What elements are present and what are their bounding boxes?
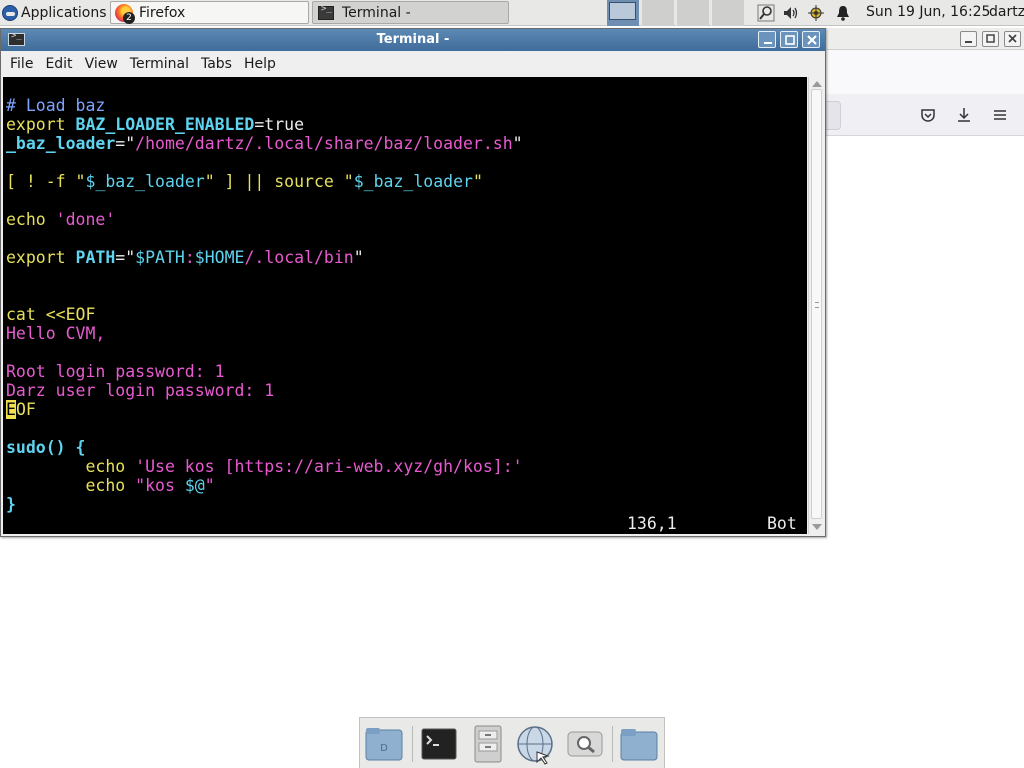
workspace-4[interactable]	[711, 0, 744, 26]
terminal-titlebar[interactable]: Terminal -	[1, 29, 825, 51]
firefox-icon: 2	[115, 3, 135, 24]
scroll-down-arrow-icon[interactable]	[812, 524, 822, 530]
taskbar-item-label: Terminal -	[342, 4, 411, 21]
window-title: Terminal -	[376, 32, 450, 47]
firefox-window	[826, 28, 1024, 768]
top-panel: Applications 2 Firefox Terminal - Sun 19…	[0, 0, 1024, 26]
code-line: [ ! -f "$_baz_loader" ] || source "$_baz…	[6, 172, 483, 191]
volume-icon[interactable]	[782, 4, 800, 22]
code-line: EOF	[6, 400, 36, 419]
workspace-3[interactable]	[676, 0, 709, 26]
maximize-button[interactable]	[780, 31, 798, 48]
menu-help[interactable]: Help	[238, 56, 282, 72]
firefox-tab-strip	[826, 50, 1024, 94]
code-line: echo "kos $@"	[6, 476, 215, 495]
minimize-button[interactable]	[758, 31, 776, 48]
code-line: Root login password: 1	[6, 362, 225, 381]
applications-menu[interactable]: Applications	[2, 2, 107, 23]
pocket-icon[interactable]	[919, 106, 937, 124]
close-button[interactable]	[802, 31, 820, 48]
network-icon[interactable]	[807, 4, 825, 22]
scrollbar-thumb[interactable]	[811, 89, 822, 519]
code-line: # Load baz	[6, 96, 106, 115]
code-line: echo 'Use kos [https://ari-web.xyz/gh/ko…	[6, 457, 523, 476]
search-icon[interactable]	[757, 4, 775, 22]
web-browser-icon[interactable]	[513, 722, 557, 766]
menu-tabs[interactable]: Tabs	[195, 56, 238, 72]
workspace-window-preview	[609, 2, 636, 20]
hamburger-menu-icon[interactable]	[991, 106, 1009, 124]
svg-text:D: D	[380, 743, 388, 754]
scroll-position-status: Bot	[767, 514, 797, 533]
code-line: }	[6, 495, 16, 514]
workspace-2[interactable]	[641, 0, 674, 26]
terminal-window: Terminal - File Edit View Terminal Tabs …	[0, 28, 826, 537]
minimize-icon	[764, 42, 772, 44]
notification-bell-icon[interactable]	[834, 4, 852, 22]
scroll-up-arrow-icon[interactable]	[812, 81, 822, 87]
close-icon	[807, 35, 817, 45]
code-line: echo 'done'	[6, 210, 116, 229]
maximize-icon	[785, 35, 795, 45]
firefox-nav-bar	[826, 94, 1024, 136]
text-cursor: E	[6, 400, 16, 419]
terminal-icon	[318, 4, 334, 20]
code-line: _baz_loader="/home/dartz/.local/share/ba…	[6, 134, 523, 153]
dock-separator	[412, 726, 413, 762]
terminal-menubar: File Edit View Terminal Tabs Help	[1, 52, 825, 76]
dock-separator	[612, 726, 613, 762]
download-icon[interactable]	[955, 106, 973, 124]
xfce-logo-icon	[2, 4, 18, 21]
taskbar-item-firefox[interactable]: 2 Firefox	[110, 1, 309, 24]
close-button[interactable]	[1004, 31, 1021, 47]
applications-label: Applications	[21, 4, 107, 21]
code-line: export PATH="$PATH:$HOME/.local/bin"	[6, 248, 364, 267]
home-folder-icon[interactable]: D	[362, 722, 406, 766]
vertical-scrollbar[interactable]	[808, 77, 824, 534]
menu-view[interactable]: View	[79, 56, 124, 72]
window-count-badge: 2	[123, 11, 135, 24]
code-line: cat <<EOF	[6, 305, 96, 324]
code-line: Hello CVM,	[6, 324, 106, 343]
workspace-1[interactable]	[606, 0, 639, 26]
code-line: Darz user login password: 1	[6, 381, 275, 400]
terminal-screen[interactable]: # Load baz export BAZ_LOADER_ENABLED=tru…	[3, 77, 807, 534]
minimize-button[interactable]	[960, 31, 977, 47]
user-menu[interactable]: dartz	[989, 4, 1024, 20]
scrollbar-grip-icon	[815, 302, 819, 308]
menu-edit[interactable]: Edit	[39, 56, 78, 72]
minimize-icon	[965, 41, 972, 43]
folder-icon[interactable]	[617, 722, 661, 766]
file-manager-icon[interactable]	[466, 722, 510, 766]
firefox-titlebar[interactable]	[826, 28, 1024, 50]
close-icon	[1008, 34, 1017, 43]
terminal-icon[interactable]	[417, 722, 461, 766]
cursor-position-status: 136,1	[627, 514, 677, 533]
code-line: sudo() {	[6, 438, 86, 457]
menu-terminal[interactable]: Terminal	[124, 56, 195, 72]
bottom-dock: D	[359, 717, 665, 768]
maximize-button[interactable]	[982, 31, 999, 47]
menu-file[interactable]: File	[4, 56, 39, 72]
maximize-icon	[986, 34, 995, 43]
url-bar[interactable]	[826, 101, 841, 130]
taskbar-item-label: Firefox	[139, 4, 186, 21]
taskbar-item-terminal[interactable]: Terminal -	[312, 1, 509, 24]
code-line: export BAZ_LOADER_ENABLED=true	[6, 115, 305, 134]
app-finder-icon[interactable]	[563, 722, 607, 766]
clock[interactable]: Sun 19 Jun, 16:25	[866, 4, 990, 20]
